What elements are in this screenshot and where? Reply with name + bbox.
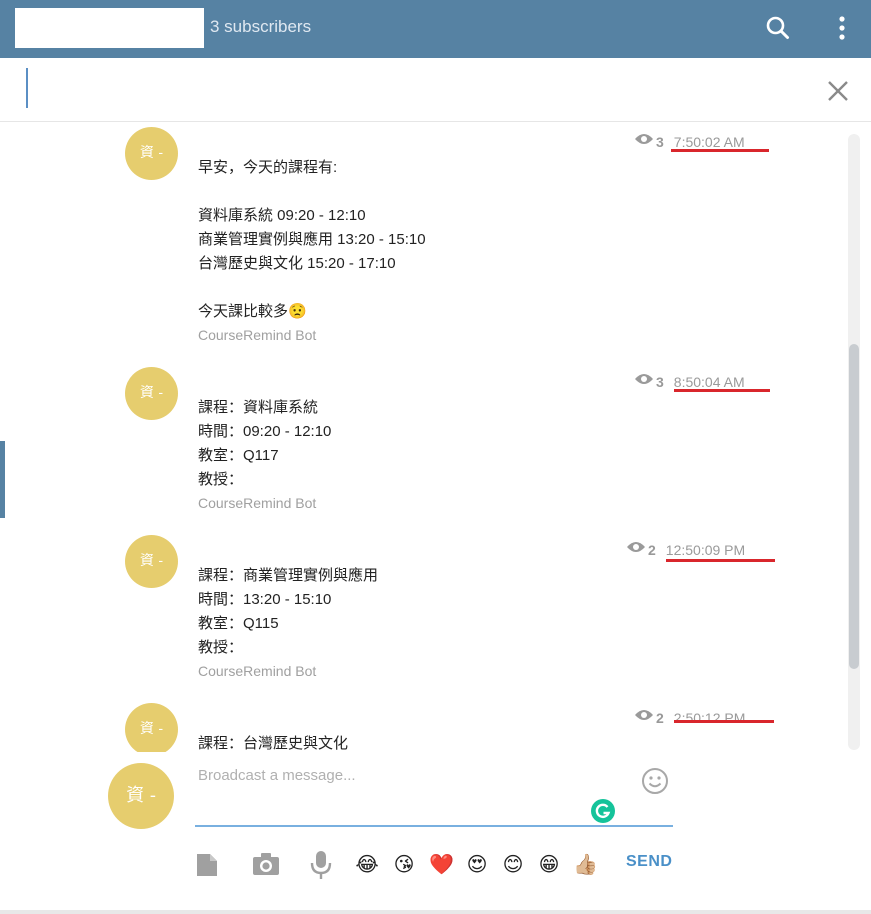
time-annotation-underline: [674, 720, 774, 723]
time-annotation-underline: [666, 559, 775, 562]
emoji-heart[interactable]: ❤️: [429, 852, 454, 876]
message-line: 教授：: [198, 471, 244, 488]
camera-icon[interactable]: [252, 852, 280, 876]
message-line: 時間：13:20 - 15:10: [198, 591, 332, 608]
message-history: 資 - 3 7:50:02 AM 早安，今天的課程有: 資料庫系統 09:20 - …: [0, 122, 871, 752]
message-line: 教授：: [198, 639, 244, 656]
message-text: 課程：資料庫系統 時間：09:20 - 12:10 教室：Q117 教授： Course…: [198, 396, 331, 514]
eye-icon: [634, 372, 654, 391]
eye-icon: [634, 708, 654, 727]
bottom-divider: [0, 910, 871, 914]
message-time[interactable]: 2:50:12 PM: [674, 710, 746, 726]
message-time[interactable]: 8:50:04 AM: [674, 374, 745, 390]
message-text: 課程：商業管理實例與應用 時間：13:20 - 15:10 教室：Q115 教授： Co…: [198, 564, 378, 682]
message-line: [198, 276, 426, 300]
message-line: 今天課比較多😟: [198, 303, 307, 320]
eye-icon: [634, 132, 654, 151]
composer-avatar[interactable]: 資 -: [108, 763, 174, 829]
channel-title-redacted[interactable]: [15, 8, 204, 48]
avatar[interactable]: 資 -: [125, 703, 178, 752]
message-line: 課程：資料庫系統: [198, 399, 319, 416]
grammarly-icon[interactable]: [590, 798, 616, 824]
message-line: 課程：台灣歷史與文化: [198, 735, 349, 752]
message-author[interactable]: CourseRemind Bot: [198, 660, 378, 682]
send-button[interactable]: SEND: [626, 853, 672, 871]
message-meta: 2 12:50:09 PM: [626, 540, 745, 560]
emoji-grin[interactable]: 😁: [537, 852, 561, 876]
text-cursor: [26, 68, 28, 108]
view-count: 2: [656, 709, 664, 726]
smiley-icon[interactable]: [641, 767, 669, 795]
close-icon[interactable]: [826, 79, 850, 103]
message-text: 早安，今天的課程有: 資料庫系統 09:20 - 12:10 商業管理實例與應用 1…: [198, 156, 426, 346]
search-icon[interactable]: [764, 14, 792, 42]
avatar[interactable]: 資 -: [125, 535, 178, 588]
emoji-blush[interactable]: 😊: [501, 852, 525, 876]
time-annotation-underline: [674, 389, 770, 392]
more-vertical-icon[interactable]: [828, 14, 856, 42]
subscriber-count[interactable]: 3 subscribers: [210, 17, 311, 37]
message-item[interactable]: 資 - 3 7:50:02 AM 早安，今天的課程有: 資料庫系統 09:20 - …: [0, 122, 871, 362]
message-search-bar: [0, 58, 871, 122]
message-author[interactable]: CourseRemind Bot: [198, 324, 426, 346]
message-author[interactable]: CourseRemind Bot: [198, 492, 331, 514]
message-time[interactable]: 7:50:02 AM: [674, 134, 745, 150]
message-search-input[interactable]: [30, 68, 794, 110]
view-count: 3: [656, 373, 664, 390]
message-line: 教室：Q117: [198, 447, 279, 464]
message-item[interactable]: 資 - 3 8:50:04 AM 課程：資料庫系統 時間：09:20 - 12:10…: [0, 362, 871, 530]
channel-header: 3 subscribers: [0, 0, 871, 58]
message-line: 商業管理實例與應用 13:20 - 15:10: [198, 231, 426, 248]
time-annotation-underline: [671, 149, 769, 152]
emoji-thumbs-up[interactable]: 👍🏼: [573, 852, 598, 876]
file-icon[interactable]: [195, 852, 219, 878]
message-item[interactable]: 資 - 2 12:50:09 PM 課程：商業管理實例與應用 時間：13:20 - …: [0, 530, 871, 698]
message-line: 台灣歷史與文化 15:20 - 17:10: [198, 255, 396, 272]
view-count: 3: [656, 133, 664, 150]
view-count: 2: [648, 541, 656, 558]
avatar[interactable]: 資 -: [125, 127, 178, 180]
message-text: 課程：台灣歷史與文化: [198, 732, 348, 752]
emoji-joy[interactable]: 😂: [355, 852, 379, 876]
avatar[interactable]: 資 -: [125, 367, 178, 420]
message-line: 資料庫系統 09:20 - 12:10: [198, 207, 366, 224]
message-line: [198, 180, 426, 204]
message-line: 時間：09:20 - 12:10: [198, 423, 332, 440]
emoji-heart-eyes[interactable]: 😍: [465, 852, 489, 876]
emoji-kiss[interactable]: 😘: [392, 852, 416, 876]
message-time[interactable]: 12:50:09 PM: [666, 542, 745, 558]
message-line: 早安，今天的課程有:: [198, 159, 338, 176]
eye-icon: [626, 540, 646, 559]
message-meta: 2 2:50:12 PM: [634, 708, 745, 728]
microphone-icon[interactable]: [310, 850, 332, 880]
message-line: 課程：商業管理實例與應用: [198, 567, 379, 584]
scrollbar-thumb[interactable]: [849, 344, 859, 669]
message-item[interactable]: 資 - 2 2:50:12 PM 課程：台灣歷史與文化: [0, 698, 871, 752]
message-line: 教室：Q115: [198, 615, 279, 632]
